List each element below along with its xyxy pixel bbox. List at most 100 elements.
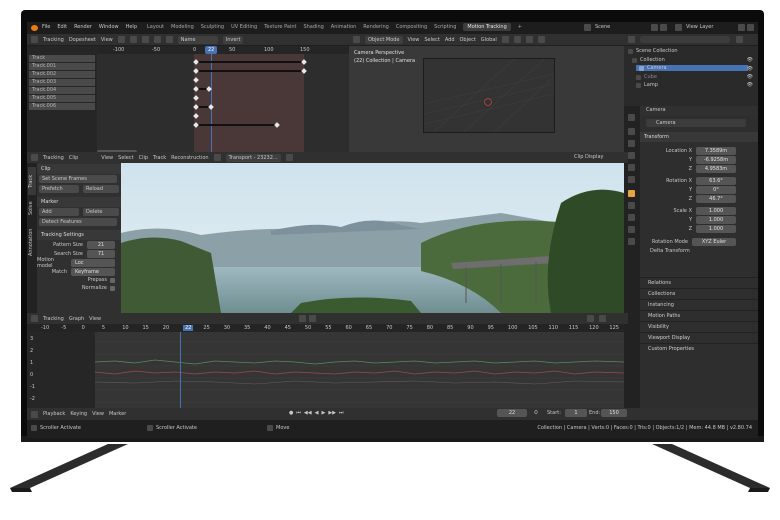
add-marker-button[interactable]: Add [39, 208, 79, 216]
constraints-tab-icon[interactable] [628, 226, 635, 233]
clip-section-header[interactable]: Clip [37, 164, 121, 174]
editor-type-icon[interactable] [31, 36, 38, 43]
editor-type-icon[interactable] [628, 36, 635, 43]
motion-model-select[interactable]: Loc [71, 258, 115, 267]
dopesheet-editor-select[interactable]: Dopesheet [69, 37, 96, 43]
delete-view-layer-icon[interactable] [747, 24, 754, 31]
track-row-6[interactable]: Track.006 [29, 103, 95, 110]
view-layer-name[interactable]: View Layer [686, 24, 713, 30]
tab-animation[interactable]: Animation [331, 24, 357, 30]
tab-shading[interactable]: Shading [303, 24, 323, 30]
menu-window[interactable]: Window [99, 24, 119, 30]
graph-ruler[interactable]: -10 -5 0 5 10 15 20 22 25 30 35 40 45 50 55 60 65 70 75 80 8… [27, 324, 624, 332]
tab-motion-tracking[interactable]: Motion Tracking [463, 23, 511, 31]
location-z-field[interactable]: 4.9583m [696, 164, 736, 173]
select-all-icon[interactable] [129, 36, 137, 43]
shading-solid-icon[interactable] [537, 36, 545, 43]
location-x-field[interactable]: 7.3589m [696, 146, 736, 155]
new-view-layer-icon[interactable] [738, 24, 745, 31]
record-button[interactable]: ● [289, 410, 293, 416]
visibility-eye-icon[interactable]: 👁 [747, 57, 753, 63]
physics-tab-icon[interactable] [628, 214, 635, 221]
graph-options-icon[interactable] [599, 315, 606, 322]
custom-properties-section[interactable]: Custom Properties [640, 343, 758, 354]
graph-editor-select[interactable]: Graph [69, 316, 84, 322]
normalize-checkbox[interactable] [110, 285, 115, 291]
graph-display-icon[interactable] [587, 315, 594, 322]
world-tab-icon[interactable] [628, 176, 635, 183]
object-mode-select[interactable]: Object Mode [365, 35, 403, 44]
rotation-z-field[interactable]: 46.7° [696, 194, 736, 203]
timeline-marker-menu[interactable]: Marker [109, 411, 126, 417]
add-workspace-icon[interactable]: + [518, 24, 522, 30]
camera-data-tab-icon[interactable] [628, 238, 635, 245]
tab-sculpting[interactable]: Sculpting [201, 24, 224, 30]
detect-features-button[interactable]: Detect Features [39, 218, 117, 226]
timeline-view-menu[interactable]: View [92, 411, 104, 417]
overlay-icon[interactable] [525, 36, 533, 43]
editor-type-icon[interactable] [31, 410, 38, 418]
clip-view-select[interactable]: Clip [69, 155, 78, 161]
clip-menu-select[interactable]: Select [118, 155, 133, 161]
visibility-section[interactable]: Visibility [640, 321, 758, 332]
outliner-row[interactable]: Scene Collection [628, 48, 678, 54]
delete-marker-button[interactable]: Delete [83, 208, 119, 216]
dopesheet-mode-select[interactable]: Tracking [43, 37, 64, 43]
graph-mode-select[interactable]: Tracking [43, 316, 64, 322]
only-selected-icon[interactable] [141, 36, 149, 43]
unlink-clip-icon[interactable] [285, 154, 293, 161]
prev-keyframe-icon[interactable]: ◀◀ [304, 410, 312, 416]
delete-scene-icon[interactable] [660, 24, 667, 31]
rotation-mode-select[interactable]: XYZ Euler [692, 237, 736, 246]
set-scene-frames-button[interactable]: Set Scene Frames [39, 175, 117, 183]
rotation-y-field[interactable]: 0° [696, 185, 736, 194]
clip-menu-track[interactable]: Track [153, 155, 166, 161]
preview-range-icon[interactable]: ⏱ [534, 410, 538, 416]
outliner-row-selected[interactable]: Camera [636, 65, 748, 71]
jump-end-icon[interactable]: ⏭ [339, 410, 344, 416]
viewport-menu-select[interactable]: Select [424, 37, 439, 43]
jump-start-icon[interactable]: ⏮ [296, 410, 301, 416]
timeline-keying-menu[interactable]: Keying [70, 411, 87, 417]
current-frame-field[interactable]: 22 [497, 409, 527, 417]
editor-type-icon[interactable] [31, 154, 38, 161]
transform-header[interactable]: Transform [640, 132, 758, 142]
editor-type-icon[interactable] [353, 36, 360, 43]
track-row-0[interactable]: Track [29, 55, 95, 62]
clip-menu-clip[interactable]: Clip [139, 155, 148, 161]
tool-tab-icon[interactable] [628, 114, 635, 121]
next-keyframe-icon[interactable]: ▶▶ [328, 410, 336, 416]
scale-x-field[interactable]: 1.000 [696, 206, 736, 215]
tab-rendering[interactable]: Rendering [363, 24, 389, 30]
track-row-4[interactable]: Track.004 [29, 87, 95, 94]
menu-edit[interactable]: Edit [57, 24, 67, 30]
viewport-menu-add[interactable]: Add [445, 37, 455, 43]
graph-view-menu[interactable]: View [89, 316, 101, 322]
collections-section[interactable]: Collections [640, 288, 758, 299]
output-tab-icon[interactable] [628, 140, 635, 147]
track-row-2[interactable]: Track.002 [29, 71, 95, 78]
visibility-eye-icon[interactable]: 👁 [747, 82, 753, 88]
render-tab-icon[interactable] [628, 128, 635, 135]
filter-icon[interactable] [117, 36, 125, 43]
outliner-search-input[interactable] [640, 36, 730, 43]
start-frame-field[interactable]: 1 [565, 409, 587, 417]
track-row-1[interactable]: Track.001 [29, 63, 95, 70]
dopesheet-view-menu[interactable]: View [101, 37, 113, 43]
sort-select[interactable]: Name [177, 35, 218, 44]
viewport-display-section[interactable]: Viewport Display [640, 332, 758, 343]
motion-paths-section[interactable]: Motion Paths [640, 310, 758, 321]
side-tab-track[interactable]: Track [28, 167, 36, 195]
end-frame-field[interactable]: 150 [601, 409, 627, 417]
visibility-eye-icon[interactable]: 👁 [747, 74, 753, 80]
graph-filter-icon[interactable] [299, 315, 306, 322]
outliner-row[interactable]: Cube [636, 74, 657, 80]
modifier-tab-icon[interactable] [628, 202, 635, 209]
dopesheet-ruler[interactable] [97, 46, 349, 54]
timeline-playback-menu[interactable]: Playback [43, 411, 65, 417]
clip-canvas[interactable] [121, 163, 624, 313]
object-tab-icon[interactable] [628, 190, 635, 197]
play-icon[interactable]: ▶ [321, 410, 325, 416]
graph-current-frame-indicator[interactable]: 22 [183, 325, 194, 331]
clip-mode-select[interactable]: Tracking [43, 155, 64, 161]
